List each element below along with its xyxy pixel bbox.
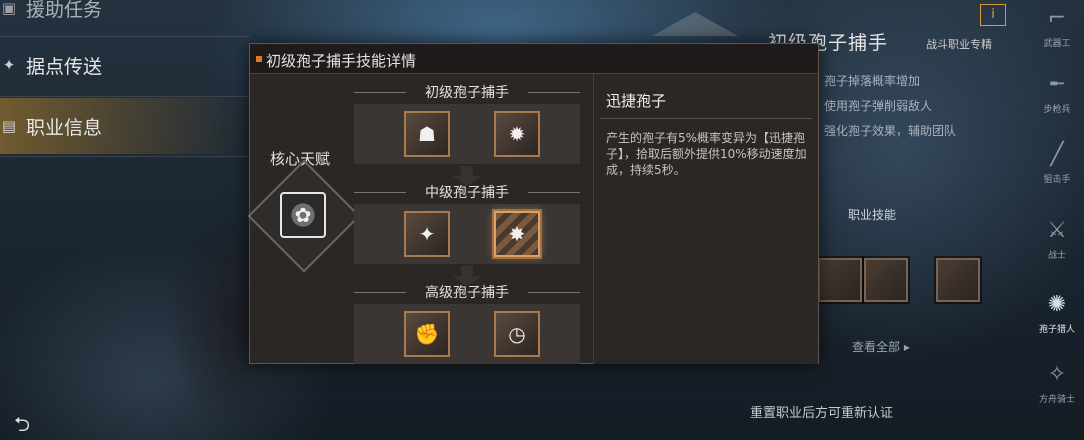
profession-feature: 强化孢子效果，辅助团队 bbox=[824, 124, 957, 138]
dialog-title: 初级孢子捕手技能详情 bbox=[266, 52, 417, 70]
tier-title-advanced: 高级孢子捕手 bbox=[354, 282, 580, 302]
tier-title-basic: 初级孢子捕手 bbox=[354, 82, 580, 102]
task-icon: ▣ bbox=[1, 0, 17, 17]
skill-icon-advanced-1[interactable]: ✊ bbox=[404, 311, 450, 357]
skill-detail-dialog: 初级孢子捕手技能详情 核心天赋 ✿ 初级孢子捕手 ☗ ✹ 中级孢子捕手 ✦ ✸ … bbox=[247, 43, 819, 364]
rifle-icon: ╾ bbox=[1050, 72, 1064, 97]
skill-name: 迅捷孢子 bbox=[606, 92, 667, 110]
profile-icon: ▤ bbox=[1, 117, 17, 135]
teleport-icon: ✦ bbox=[2, 56, 16, 74]
dialog-header: 初级孢子捕手技能详情 bbox=[250, 44, 818, 74]
side-item-label: 步枪兵 bbox=[1043, 105, 1071, 115]
tier-row-intermediate bbox=[354, 204, 580, 264]
side-item-label: 孢子猎人 bbox=[1038, 325, 1075, 335]
skill-detail-panel: 迅捷孢子 产生的孢子有5%概率变异为【迅捷孢子】，拾取后额外提供10%移动速度加… bbox=[593, 74, 818, 364]
profession-skill-icon[interactable] bbox=[864, 258, 908, 302]
view-all-link[interactable]: 查看全部 ▸ bbox=[852, 338, 910, 355]
menu-item-label: 据点传送 bbox=[26, 55, 103, 78]
side-item-label: 武器工 bbox=[1043, 39, 1071, 49]
side-item-label: 狙击手 bbox=[1043, 175, 1071, 185]
blade-icon: ⚔ bbox=[1047, 218, 1067, 243]
menu-item-label: 援助任务 bbox=[26, 0, 103, 21]
spiked-ball-icon: ✹ bbox=[508, 122, 526, 146]
side-item-label: 方舟骑士 bbox=[1038, 395, 1075, 405]
profession-skill-icon[interactable] bbox=[818, 258, 862, 302]
skill-icon-advanced-2[interactable]: ◷ bbox=[494, 311, 540, 357]
side-item-warrior[interactable]: ⚔ 战士 bbox=[1030, 212, 1084, 272]
profession-sidebar: ⌐ 武器工 ╾ 步枪兵 ╱ 狙击手 ⚔ 战士 ✺ 孢子猎人 ✧ 方舟骑士 bbox=[1030, 0, 1084, 440]
soldier-icon: ☗ bbox=[418, 122, 436, 146]
profession-badge: 战斗职业专精 bbox=[926, 38, 992, 51]
menu-divider bbox=[0, 96, 250, 97]
skill-description: 产生的孢子有5%概率变异为【迅捷孢子】，拾取后额外提供10%移动速度加成，持续5… bbox=[606, 131, 807, 177]
side-item-spore-hunter[interactable]: ✺ 孢子猎人 bbox=[1030, 286, 1084, 346]
side-item-label: 战士 bbox=[1047, 251, 1066, 261]
tier-row-basic bbox=[354, 104, 580, 164]
spore-burst-icon: ✿ bbox=[294, 203, 312, 227]
side-item-ark-knight[interactable]: ✧ 方舟骑士 bbox=[1030, 356, 1084, 416]
skills-section-title: 职业技能 bbox=[848, 208, 897, 222]
core-talent-slot[interactable]: ✿ bbox=[280, 192, 326, 238]
knight-icon: ✧ bbox=[1047, 362, 1067, 387]
menu-item-assist-task[interactable]: ▣ 援助任务 bbox=[0, 0, 250, 36]
profession-feature: 使用孢子弹削弱敌人 bbox=[824, 99, 933, 113]
profession-feature: 孢子掉落概率增加 bbox=[824, 74, 921, 88]
skill-icon-basic-2[interactable]: ✹ bbox=[494, 111, 540, 157]
side-item-sniper[interactable]: ╱ 狙击手 bbox=[1030, 136, 1084, 196]
menu-divider bbox=[0, 156, 250, 157]
timer-icon: ◷ bbox=[508, 322, 526, 346]
side-item-weapon[interactable]: ⌐ 武器工 bbox=[1030, 0, 1084, 60]
header-marker bbox=[256, 56, 262, 62]
tier-row-advanced bbox=[354, 304, 580, 364]
grenade-icon: ✦ bbox=[418, 222, 436, 246]
back-arrow-icon[interactable]: ⮌ bbox=[14, 410, 42, 436]
skill-icon-intermediate-2[interactable]: ✸ bbox=[494, 211, 540, 257]
info-icon[interactable]: i bbox=[980, 4, 1006, 26]
fist-icon: ✊ bbox=[414, 322, 440, 346]
skill-icon-intermediate-1[interactable]: ✦ bbox=[404, 211, 450, 257]
skill-icon-basic-1[interactable]: ☗ bbox=[404, 111, 450, 157]
profession-skill-icon[interactable] bbox=[936, 258, 980, 302]
sniper-icon: ╱ bbox=[1050, 142, 1064, 167]
detail-divider bbox=[600, 118, 812, 119]
side-item-rifle[interactable]: ╾ 步枪兵 bbox=[1030, 66, 1084, 126]
menu-item-profession-info[interactable]: ▤ 职业信息 bbox=[0, 98, 250, 154]
menu-item-label: 职业信息 bbox=[26, 116, 103, 139]
tier-title-intermediate: 中级孢子捕手 bbox=[354, 182, 580, 202]
swift-spore-icon: ✸ bbox=[508, 222, 526, 246]
menu-item-teleport[interactable]: ✦ 据点传送 bbox=[0, 37, 250, 93]
gun-icon: ⌐ bbox=[1047, 6, 1067, 31]
spore-icon: ✺ bbox=[1047, 292, 1067, 317]
reset-hint: 重置职业后方可重新认证 bbox=[750, 406, 894, 421]
